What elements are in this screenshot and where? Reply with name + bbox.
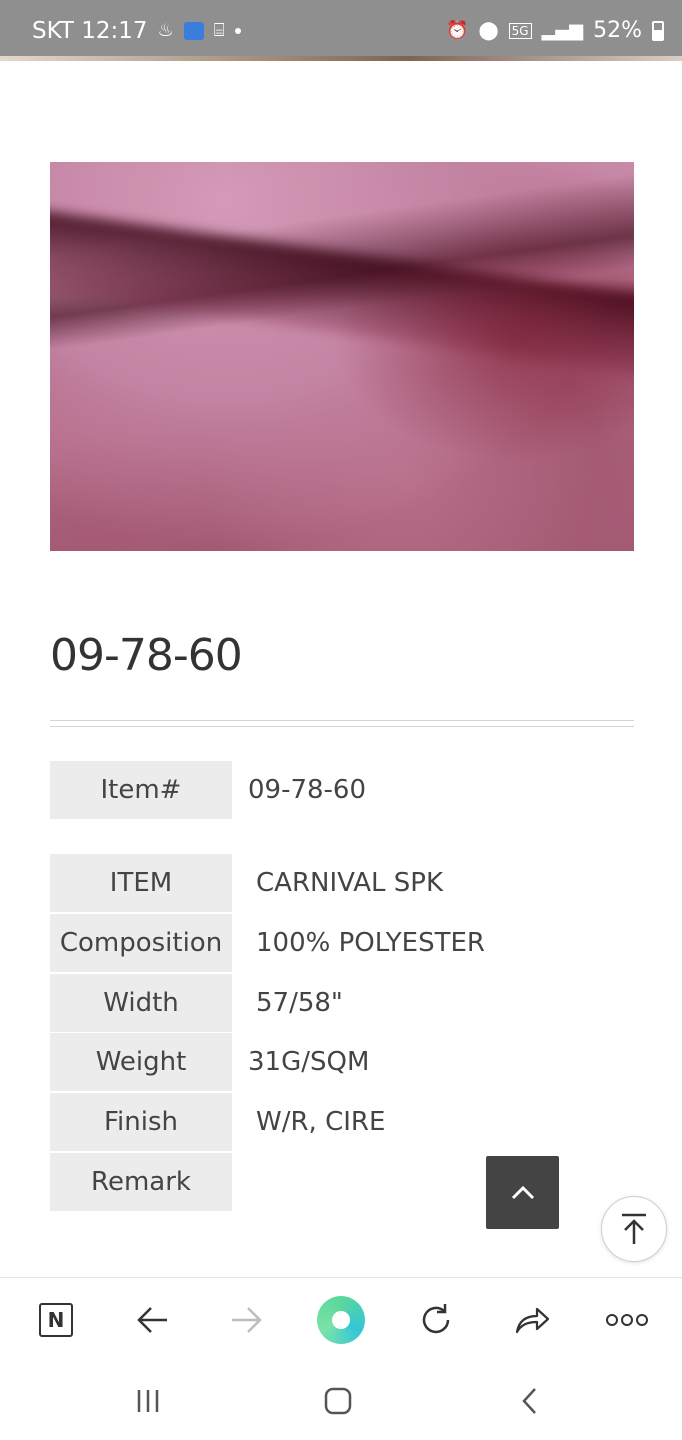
spec-row-finish: Finish W/R, CIRE xyxy=(50,1093,634,1151)
spec-label: Finish xyxy=(50,1093,232,1151)
spec-row-item: ITEM CARNIVAL SPK xyxy=(50,854,634,912)
fabric-image xyxy=(50,162,634,551)
notification-app-icon: ♨ xyxy=(157,20,174,41)
spec-label: Remark xyxy=(50,1153,232,1211)
green-dot-icon xyxy=(317,1296,365,1344)
chevron-left-icon xyxy=(522,1388,536,1414)
notification-folder-icon xyxy=(183,22,204,40)
spec-value: CARNIVAL SPK xyxy=(256,868,444,898)
item-number-value: 09-78-60 xyxy=(248,775,367,805)
home-button[interactable] xyxy=(318,1381,358,1421)
naver-home-button[interactable]: N xyxy=(34,1298,78,1342)
spec-row-weight: Weight 31G/SQM xyxy=(50,1033,634,1091)
voicemail-icon: ⌸ xyxy=(213,20,225,41)
green-dot-button[interactable] xyxy=(317,1296,365,1344)
share-button[interactable] xyxy=(510,1298,554,1342)
spec-value: 100% POLYESTER xyxy=(256,928,485,958)
recent-apps-icon xyxy=(137,1390,159,1412)
back-button[interactable] xyxy=(130,1298,174,1342)
more-notifications-icon xyxy=(234,28,241,34)
status-bar: SKT 12:17 ♨ ⌸ ⏰ ⬤ 5G ▂▄▆ 52% xyxy=(0,0,682,58)
recent-apps-button[interactable] xyxy=(128,1381,168,1421)
chevron-up-icon xyxy=(511,1185,535,1200)
header-image-strip xyxy=(0,56,682,61)
spec-value: 57/58" xyxy=(256,988,343,1018)
browser-scroll-top-button[interactable] xyxy=(601,1196,667,1262)
share-icon xyxy=(515,1307,550,1334)
system-nav-bar xyxy=(0,1361,682,1440)
spec-label: ITEM xyxy=(50,854,232,912)
carrier-time: SKT 12:17 xyxy=(32,18,148,44)
refresh-icon xyxy=(422,1304,450,1334)
forward-button[interactable] xyxy=(225,1298,269,1342)
arrow-right-icon xyxy=(232,1307,262,1333)
spec-label: Composition xyxy=(50,914,232,972)
spec-value: 31G/SQM xyxy=(248,1047,370,1077)
network-type-icon: 5G xyxy=(508,22,532,39)
divider xyxy=(50,726,634,727)
browser-toolbar: N xyxy=(0,1277,682,1362)
arrow-left-icon xyxy=(137,1307,167,1333)
alarm-icon: ⏰ xyxy=(446,19,469,41)
home-icon xyxy=(324,1387,352,1415)
battery-icon xyxy=(652,20,664,41)
more-button[interactable] xyxy=(603,1298,651,1342)
spec-value: W/R, CIRE xyxy=(256,1107,386,1137)
battery-percent: 52% xyxy=(593,18,642,43)
naver-n-icon: N xyxy=(39,1303,73,1337)
divider xyxy=(50,720,634,721)
system-back-button[interactable] xyxy=(510,1381,550,1421)
signal-icon: ▂▄▆ xyxy=(541,19,584,41)
spec-label: Weight xyxy=(50,1033,232,1091)
item-number-row: Item# 09-78-60 xyxy=(50,761,634,819)
scroll-to-top-button[interactable] xyxy=(486,1156,559,1229)
spec-row-composition: Composition 100% POLYESTER xyxy=(50,914,634,972)
location-icon: ⬤ xyxy=(478,19,499,41)
arrow-to-top-icon xyxy=(622,1213,646,1244)
item-number-label: Item# xyxy=(50,761,232,819)
spec-row-width: Width 57/58" xyxy=(50,974,634,1032)
product-title: 09-78-60 xyxy=(50,630,243,681)
refresh-button[interactable] xyxy=(414,1298,458,1342)
spec-label: Width xyxy=(50,974,232,1032)
more-dots-icon xyxy=(606,1314,648,1326)
